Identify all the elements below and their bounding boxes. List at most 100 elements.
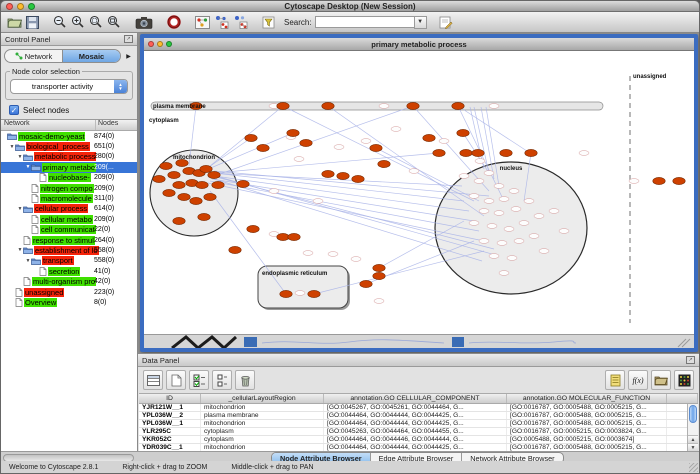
new-attribute-icon[interactable] (166, 370, 186, 390)
network-node[interactable] (280, 290, 292, 297)
function-builder-icon[interactable]: f(x) (628, 370, 648, 390)
scroll-down-icon[interactable]: ▼ (688, 443, 698, 451)
zoom-fit-icon[interactable] (105, 14, 123, 31)
network-node[interactable] (373, 272, 385, 279)
annotation-edit-icon[interactable] (437, 14, 455, 31)
network-node[interactable] (287, 129, 299, 136)
table-row[interactable]: YDR039C__1mitochondrion[GO:0044464, GO:0… (139, 444, 698, 451)
delete-attribute-icon[interactable] (235, 370, 255, 390)
vizmapper-alt-icon[interactable] (231, 14, 250, 31)
network-view-titlebar[interactable]: primary metabolic process (144, 38, 694, 51)
network-node[interactable] (277, 233, 289, 240)
network-node[interactable] (212, 181, 224, 188)
tree-row[interactable]: secretion41(0) (1, 266, 137, 276)
network-node-small[interactable] (514, 239, 524, 244)
tree-row[interactable]: response to stimul264(0) (1, 235, 137, 245)
network-node[interactable] (322, 170, 334, 177)
network-node-small[interactable] (479, 239, 489, 244)
tree-row[interactable]: macromolecule311(0) (1, 193, 137, 203)
tree-row[interactable]: ▼metabolic process280(0) (1, 152, 137, 162)
network-node[interactable] (245, 134, 257, 141)
tree-row[interactable]: ▼transport558(0) (1, 256, 137, 266)
tree-row[interactable]: unassigned223(0) (1, 287, 137, 297)
unselect-attributes-icon[interactable] (212, 370, 232, 390)
table-column-header[interactable]: _cellularLayoutRegion (201, 394, 324, 403)
network-node[interactable] (208, 171, 220, 178)
network-node[interactable] (198, 213, 210, 220)
network-node[interactable] (423, 134, 435, 141)
network-node-small[interactable] (294, 157, 304, 162)
filter-icon[interactable] (260, 14, 278, 31)
network-node[interactable] (190, 197, 202, 204)
table-row[interactable]: YKR052Ccytoplasm[GO:0044464, GO:0044446,… (139, 436, 698, 444)
search-input[interactable] (315, 16, 415, 28)
table-column-header[interactable] (667, 394, 698, 403)
network-node-small[interactable] (487, 224, 497, 229)
vizmapper-icon[interactable] (212, 14, 231, 31)
tree-row[interactable]: ▼cellular process614(0) (1, 204, 137, 214)
tree-row[interactable]: multi-organism pro42(0) (1, 276, 137, 286)
table-row[interactable]: YPL036W__2plasma membrane[GO:0044464, GO… (139, 412, 698, 420)
network-node-small[interactable] (519, 221, 529, 226)
resize-grip[interactable] (689, 463, 698, 472)
table-column-header[interactable]: annotation.GO CELLULAR_COMPONENT (324, 394, 507, 403)
tab-network[interactable]: Network (5, 50, 62, 62)
table-row[interactable]: YJR121W__1mitochondrion[GO:0045267, GO:0… (139, 404, 698, 412)
network-node-small[interactable] (511, 207, 521, 212)
tree-row[interactable]: ▼biological_process651(0) (1, 141, 137, 151)
select-attributes-icon[interactable] (189, 370, 209, 390)
network-node[interactable] (229, 246, 241, 253)
network-node[interactable] (407, 102, 419, 109)
network-node[interactable] (457, 129, 469, 136)
network-node[interactable] (168, 171, 180, 178)
search-dropdown-icon[interactable]: ▼ (414, 16, 427, 29)
network-node-small[interactable] (334, 145, 344, 150)
network-node-small[interactable] (497, 241, 507, 246)
network-node-small[interactable] (479, 209, 489, 214)
network-node[interactable] (178, 193, 190, 200)
network-node[interactable] (300, 139, 312, 146)
table-column-header[interactable]: ID (139, 394, 201, 403)
network-node-small[interactable] (489, 104, 499, 109)
network-node-small[interactable] (539, 249, 549, 254)
heatmap-icon[interactable] (674, 370, 694, 390)
network-node-small[interactable] (439, 139, 449, 144)
zoom-in-icon[interactable] (69, 14, 87, 31)
network-node-small[interactable] (549, 209, 559, 214)
network-node[interactable] (288, 233, 300, 240)
table-row[interactable]: YPL036W__1mitochondrion[GO:0044464, GO:0… (139, 420, 698, 428)
network-node-small[interactable] (494, 211, 504, 216)
network-node[interactable] (500, 149, 512, 156)
network-node[interactable] (673, 177, 685, 184)
help-ring-icon[interactable] (165, 14, 183, 31)
network-edge[interactable] (204, 106, 283, 171)
node-color-select[interactable]: transporter activity ▲▼ (10, 79, 128, 94)
open-icon[interactable] (5, 14, 24, 31)
network-node-small[interactable] (494, 184, 504, 189)
network-node-small[interactable] (374, 299, 384, 304)
network-node-small[interactable] (409, 169, 419, 174)
network-node[interactable] (237, 180, 249, 187)
network-edge[interactable] (214, 171, 489, 196)
network-node[interactable] (373, 264, 385, 271)
tree-row[interactable]: nucleobase-209(0) (1, 173, 137, 183)
network-node-small[interactable] (469, 221, 479, 226)
network-node[interactable] (173, 181, 185, 188)
import-list-icon[interactable] (605, 370, 625, 390)
zoom-selected-icon[interactable] (87, 14, 105, 31)
network-node-small[interactable] (313, 199, 323, 204)
network-node[interactable] (163, 189, 175, 196)
network-node-small[interactable] (499, 271, 509, 276)
tree-row[interactable]: mosaic-demo-yeast874(0) (1, 131, 137, 141)
network-node[interactable] (337, 172, 349, 179)
select-nodes-checkbox[interactable]: ✓ (9, 105, 19, 115)
tree-row[interactable]: ▼primary metabo209(... (1, 162, 137, 172)
network-edge[interactable] (212, 179, 474, 221)
data-panel-float-icon[interactable]: ↗ (686, 356, 695, 364)
network-node-small[interactable] (361, 139, 371, 144)
graph-manager-icon[interactable] (193, 14, 212, 31)
network-node-small[interactable] (391, 127, 401, 132)
network-node-small[interactable] (459, 174, 469, 179)
network-node[interactable] (200, 165, 212, 172)
tree-row[interactable]: ▼establishment of lo558(0) (1, 245, 137, 255)
